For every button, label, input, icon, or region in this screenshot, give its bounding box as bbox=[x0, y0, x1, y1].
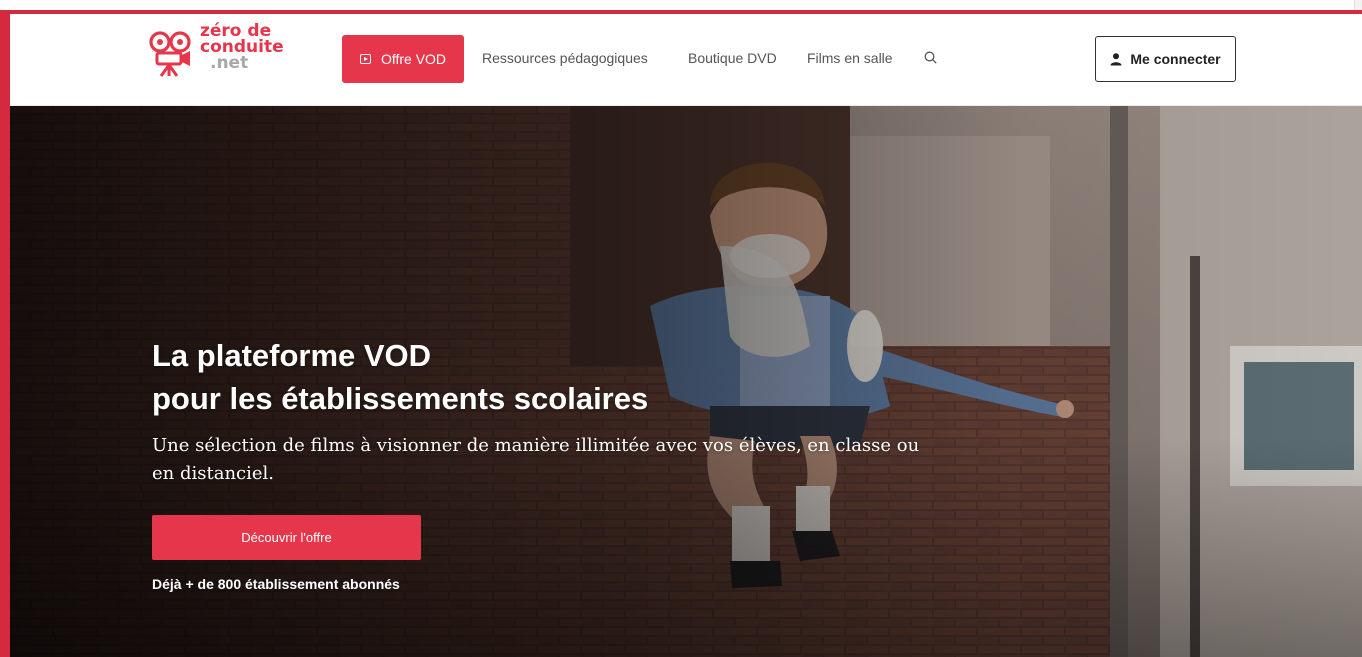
hero-subtitle: Une sélection de films à visionner de ma… bbox=[152, 435, 920, 484]
top-strip bbox=[0, 0, 1362, 10]
focus-frame-left bbox=[0, 10, 10, 657]
site-header: zéro de conduite .net Offre VOD Ressourc… bbox=[10, 14, 1362, 106]
login-button[interactable]: Me connecter bbox=[1095, 36, 1236, 82]
logo-wordmark: zéro de conduite .net bbox=[200, 23, 284, 73]
subscriber-count-note: Déjà + de 800 établissement abonnés bbox=[152, 576, 400, 592]
offre-vod-button[interactable]: Offre VOD bbox=[342, 35, 464, 83]
play-icon bbox=[359, 54, 371, 64]
offre-vod-label: Offre VOD bbox=[380, 51, 447, 67]
logo-line-3: .net bbox=[210, 53, 249, 73]
nav-link-boutique-dvd[interactable]: Boutique DVD bbox=[688, 50, 777, 66]
site-logo[interactable]: zéro de conduite .net bbox=[148, 23, 298, 87]
login-label: Me connecter bbox=[1130, 51, 1221, 67]
search-icon[interactable] bbox=[924, 51, 937, 64]
hero-title-line-1: La plateforme VOD bbox=[152, 338, 432, 373]
camera-logo-icon bbox=[149, 31, 191, 77]
hero-title: La plateforme VOD pour les établissement… bbox=[152, 334, 648, 420]
nav-link-films-en-salle[interactable]: Films en salle bbox=[807, 50, 893, 66]
hero-title-line-2: pour les établissements scolaires bbox=[152, 381, 649, 416]
hero-banner: La plateforme VOD pour les établissement… bbox=[10, 106, 1362, 657]
user-icon bbox=[1110, 52, 1122, 65]
nav-link-ressources[interactable]: Ressources pédagogiques bbox=[482, 50, 648, 66]
discover-offer-button[interactable]: Découvrir l'offre bbox=[152, 515, 421, 560]
